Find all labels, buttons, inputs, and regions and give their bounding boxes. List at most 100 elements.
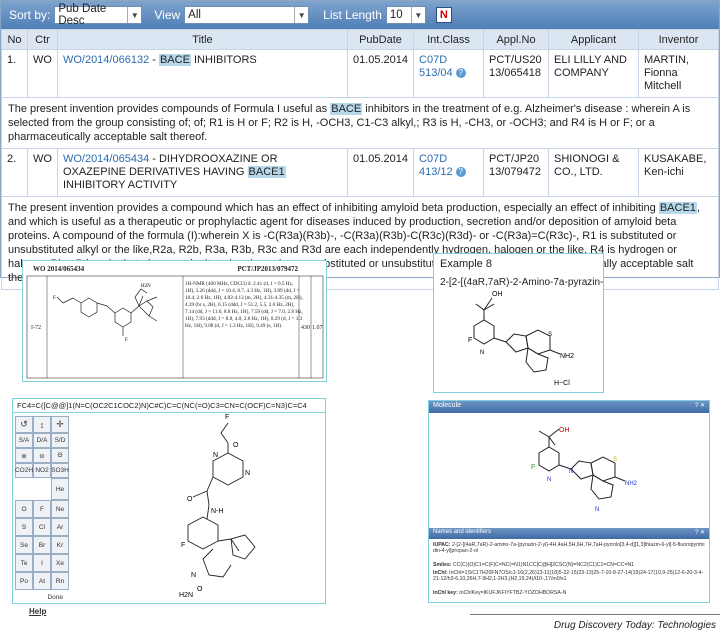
row-country: WO	[27, 148, 58, 197]
close-icon[interactable]: ✕	[700, 530, 705, 536]
col-header[interactable]: Int.Class	[413, 29, 485, 50]
svg-text:O: O	[233, 442, 239, 449]
inchikey-line: InChI key: InChIKey=IKUFJKFIYFTBZ-YOZOHB…	[433, 590, 705, 596]
svg-text:N: N	[480, 350, 484, 356]
svg-text:H2N: H2N	[141, 284, 151, 289]
abstract-part: The present invention provides compounds…	[8, 103, 331, 115]
help-icon[interactable]: ?	[455, 68, 466, 79]
svg-text:F: F	[181, 542, 185, 549]
svg-text:F: F	[125, 338, 128, 343]
names-identifiers-titlebar: Names and identifiers ? ✕	[429, 528, 709, 539]
row-int-class: C07D 413/12 ?	[413, 148, 485, 197]
col-header[interactable]: Inventor	[638, 29, 719, 50]
row-applicant: ELI LILLY AND COMPANY	[548, 49, 640, 98]
example-structure-drawing: OH F N S NH2 H−Cl	[468, 291, 574, 387]
table-row: 2. WO WO/2014/065434 - DIHYDROOXAZINE OR…	[1, 148, 719, 197]
inchi-value: InChI=1S/C17H20FN7OS/c1-16(2,26)13-11(18…	[433, 570, 704, 583]
view-select[interactable]: All ▼	[184, 6, 310, 24]
row-applicant: SHIONOGI & CO., LTD.	[548, 148, 640, 197]
row-pubdate: 01.05.2014	[346, 49, 415, 98]
row-pubdate: 01.05.2014	[346, 148, 415, 197]
chevron-down-icon: ▼	[410, 7, 425, 23]
svg-text:S: S	[613, 457, 617, 463]
example-structure-panel: Example 8 2-[2-[(4aR,7aR)-2-Amino-7a-pyr…	[433, 253, 604, 393]
sort-select[interactable]: Pub Date Desc ▼	[54, 3, 143, 27]
svg-text:O: O	[197, 586, 203, 593]
svg-text:NH2: NH2	[560, 353, 574, 360]
scan-nmr-text: 1H-NMR (400 MHz, CDCl3) δ: 2.41 (d, J = …	[185, 281, 303, 329]
keyword-highlight: BACE	[158, 54, 191, 66]
svg-text:O: O	[187, 496, 193, 503]
row-title: WO/2014/065434 - DIHYDROOXAZINE OR OXAZE…	[56, 148, 348, 197]
chevron-down-icon: ▼	[294, 7, 308, 23]
smiles-line: Smiles: CC(C)(O)C1=C(F)C=NC(=N1)N1CC[C@H…	[433, 562, 705, 568]
svg-text:N: N	[245, 470, 250, 477]
col-header[interactable]: PubDate	[346, 29, 415, 50]
structure-editor: FC4=C([C@@]1(N=C(OC2C1COC2)N)C#C)C=C(NC(…	[12, 398, 327, 616]
iupac-label: IUPAC:	[433, 542, 451, 548]
inchi-label: InChI:	[433, 570, 448, 576]
col-header[interactable]: Applicant	[548, 29, 640, 50]
svg-text:H2N: H2N	[179, 592, 193, 599]
molecule-drawing: OH F N N S NH2 N	[531, 427, 638, 513]
help-button[interactable]: Help	[15, 604, 69, 618]
svg-text:S: S	[548, 332, 552, 338]
iupac-value: 2-[2-[(4aR,7aR)-2-amino-7a-(pyrazin-2-yl…	[433, 542, 705, 555]
row-title: WO/2014/066132 - BACE INHIBITORS	[56, 49, 348, 98]
svg-text:N: N	[595, 507, 599, 513]
row-inventor: MARTIN, Fionna Mitchell	[638, 49, 719, 98]
scan-value-2: 1.07	[312, 325, 323, 331]
scan-value-1: 430	[301, 325, 310, 331]
row-int-class: C07D 513/04 ?	[413, 49, 485, 98]
patent-scan-image: WO 2014/065434 PCT/JP2013/079472 F H2N F…	[22, 260, 327, 382]
journal-credit: Drug Discovery Today: Technologies	[553, 620, 716, 631]
svg-text:F: F	[531, 464, 535, 471]
svg-text:H−Cl: H−Cl	[554, 380, 570, 387]
scan-row-id: I-72	[31, 325, 41, 331]
abstract-part: The present invention provides a compoun…	[8, 202, 659, 214]
row-inventor: KUSAKABE, Ken-ichi	[638, 148, 719, 197]
svg-text:F: F	[53, 296, 56, 301]
smiles-label: Smiles:	[433, 562, 452, 568]
svg-text:F: F	[468, 337, 472, 344]
row-appl-no: PCT/US2013/065418	[483, 49, 550, 98]
title-text: INHIBITORS	[190, 54, 257, 66]
inchi-line: InChI: InChI=1S/C17H20FN7OS/c1-16(2,26)1…	[433, 570, 705, 582]
patent-results-panel: Sort by: Pub Date Desc ▼ View All ▼ List…	[0, 0, 720, 290]
keyword-highlight: BACE1	[247, 166, 286, 178]
title-text: INHIBITORY ACTIVITY	[62, 179, 178, 191]
molecule-viewer: Molecule ? ✕ OH F N N S NH2 N Names and …	[428, 400, 710, 603]
inchikey-value: InChIKey=IKUFJKFIYFTBZ-YOZOHBORSA-N	[459, 590, 567, 596]
sort-select-value: Pub Date Desc	[58, 3, 107, 27]
footer-divider	[470, 614, 720, 615]
smiles-value: CC(C)(O)C1=C(F)C=NC(=N1)N1CC[C@H]2CSC(N)…	[452, 562, 635, 568]
editor-canvas[interactable]: F O N N O N-H F N O H2N	[13, 399, 327, 605]
publication-link[interactable]: WO/2014/066132	[63, 54, 149, 66]
svg-text:N: N	[191, 572, 196, 579]
help-icon[interactable]: ?	[455, 167, 466, 178]
svg-text:N: N	[547, 477, 551, 483]
keyword-highlight: BACE	[330, 103, 363, 115]
publication-link[interactable]: WO/2014/065434	[63, 153, 149, 165]
pdf-export-icon[interactable]: N	[435, 7, 452, 23]
row-number: 1.	[1, 49, 28, 98]
svg-text:N: N	[569, 469, 573, 475]
int-class-link[interactable]: C07D 413/12	[419, 153, 453, 178]
results-toolbar: Sort by: Pub Date Desc ▼ View All ▼ List…	[1, 1, 719, 29]
col-header[interactable]: Appl.No	[483, 29, 550, 50]
col-header[interactable]: Title	[56, 29, 348, 50]
iupac-line: IUPAC: 2-[2-[(4aR,7aR)-2-amino-7a-(pyraz…	[433, 542, 705, 554]
list-length-select[interactable]: 10 ▼	[385, 6, 426, 24]
col-header[interactable]: No	[1, 29, 28, 50]
row-country: WO	[27, 49, 58, 98]
row-appl-no: PCT/JP2013/079472	[483, 148, 550, 197]
view-select-value: All	[188, 9, 201, 21]
svg-text:N: N	[213, 452, 218, 459]
int-class-link[interactable]: C07D 513/04	[419, 54, 453, 79]
col-header[interactable]: Ctr	[27, 29, 58, 50]
sort-label: Sort by:	[9, 8, 51, 22]
help-icon[interactable]: ?	[695, 530, 698, 536]
chevron-down-icon: ▼	[127, 7, 141, 23]
results-table: No Ctr Title PubDate Int.Class Appl.No A…	[1, 29, 719, 290]
abstract-text: The present invention provides compounds…	[1, 97, 719, 149]
